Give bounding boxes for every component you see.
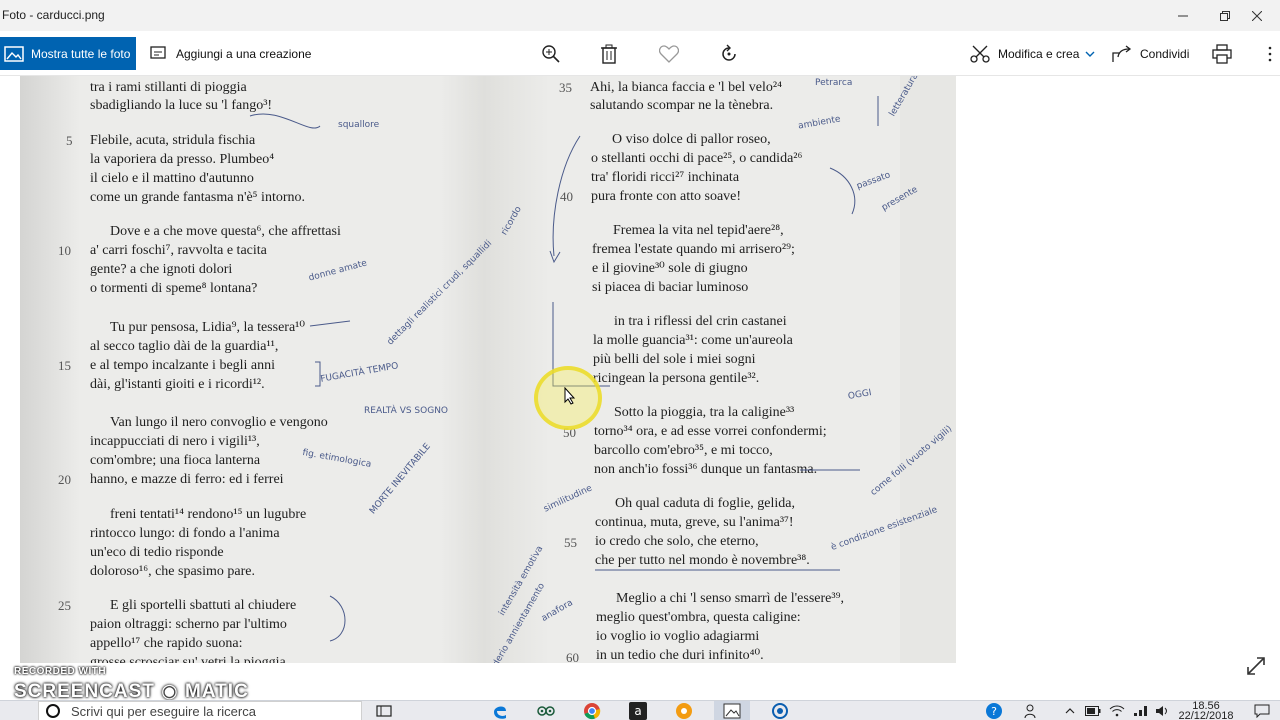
zoom-button[interactable] (536, 39, 566, 69)
minimize-icon (1178, 15, 1188, 16)
taskbar-tripadvisor[interactable] (528, 701, 564, 720)
edit-scissors-icon (970, 45, 990, 63)
photo-viewer[interactable]: tra i rami stillanti di pioggia sbadigli… (0, 76, 1280, 688)
rotate-button[interactable] (714, 39, 744, 69)
owl-icon (537, 706, 555, 716)
more-options-button[interactable] (1260, 39, 1280, 69)
close-icon (1252, 10, 1262, 21)
delete-button[interactable] (594, 39, 624, 69)
record-icon (772, 703, 788, 719)
more-icon (1268, 46, 1272, 62)
add-to-creation-button[interactable]: Aggiungi a una creazione (150, 37, 311, 70)
photo-icon (4, 45, 24, 62)
search-placeholder: Scrivi qui per eseguire la ricerca (71, 703, 256, 719)
taskbar-app-orange[interactable] (666, 701, 702, 720)
close-button[interactable] (1234, 0, 1280, 31)
printer-icon (1212, 44, 1232, 64)
chevron-up-icon (1065, 708, 1075, 714)
edit-create-label: Modifica e crea (998, 46, 1080, 61)
window-title: Foto - carducci.png (2, 8, 105, 22)
svg-text:a: a (634, 704, 641, 718)
share-button[interactable]: Condividi (1112, 37, 1189, 70)
show-all-photos-label: Mostra tutte le foto (31, 46, 131, 61)
fullscreen-icon[interactable] (1244, 654, 1268, 678)
scanned-page-image: tra i rami stillanti di pioggia sbadigli… (20, 76, 956, 663)
people-icon (1024, 704, 1036, 719)
cortana-circle-icon (46, 704, 60, 718)
task-view-button[interactable] (366, 701, 402, 720)
chevron-down-icon (1085, 51, 1095, 57)
watermark-line1: RECORDED WITH (14, 666, 107, 677)
app-toolbar: Mostra tutte le foto Aggiungi a una crea… (0, 31, 1280, 76)
edge-icon (494, 706, 506, 719)
zoom-in-icon (542, 45, 560, 63)
minimize-button[interactable] (1160, 0, 1206, 31)
chrome-icon (584, 703, 601, 720)
battery-icon (1085, 706, 1101, 716)
restore-icon (1220, 10, 1230, 21)
taskbar-chrome[interactable] (574, 701, 610, 720)
network-icon (1134, 706, 1147, 716)
orange-app-icon (676, 703, 692, 719)
annotation-strokes (249, 96, 879, 642)
battery-indicator[interactable] (1082, 701, 1104, 720)
wifi-icon (1109, 705, 1125, 717)
title-bar: Foto - carducci.png (0, 0, 1280, 31)
rotate-icon (722, 44, 736, 61)
notifications-icon (1254, 704, 1270, 718)
tray-chevron[interactable] (1060, 701, 1080, 720)
share-label: Condividi (1140, 46, 1190, 61)
amazon-icon: a (629, 702, 647, 720)
photos-app-icon (723, 703, 741, 719)
trash-icon (601, 44, 617, 64)
taskbar-amazon[interactable]: a (620, 701, 656, 720)
network-indicator[interactable] (1130, 701, 1152, 720)
show-all-photos-button[interactable]: Mostra tutte le foto (0, 37, 136, 70)
wifi-indicator[interactable] (1106, 701, 1128, 720)
taskbar: Scrivi qui per eseguire la ricerca a ? 1… (0, 700, 1280, 720)
task-view-icon (376, 705, 392, 717)
volume-control[interactable] (1152, 701, 1174, 720)
heart-icon (659, 45, 679, 63)
svg-text:?: ? (991, 705, 997, 718)
people-button[interactable] (1018, 701, 1046, 720)
mouse-cursor-icon (564, 387, 576, 405)
speaker-icon (1156, 706, 1167, 716)
taskbar-clock[interactable]: 18.56 22/12/2018 (1176, 701, 1236, 720)
help-icon: ? (986, 703, 1002, 719)
favorite-button[interactable] (654, 39, 684, 69)
action-center-button[interactable] (1244, 701, 1280, 720)
taskbar-photos[interactable] (714, 701, 750, 720)
taskbar-screencast[interactable] (762, 701, 798, 720)
taskbar-edge[interactable] (482, 701, 518, 720)
add-to-creation-label: Aggiungi a una creazione (176, 46, 312, 61)
help-button[interactable]: ? (976, 701, 1012, 720)
print-button[interactable] (1207, 39, 1237, 69)
add-creation-icon (150, 45, 166, 59)
share-icon (1112, 44, 1132, 62)
taskbar-search-box[interactable]: Scrivi qui per eseguire la ricerca (38, 701, 362, 720)
edit-create-button[interactable]: Modifica e crea (970, 37, 1095, 70)
clock-date: 22/12/2018 (1178, 710, 1234, 720)
